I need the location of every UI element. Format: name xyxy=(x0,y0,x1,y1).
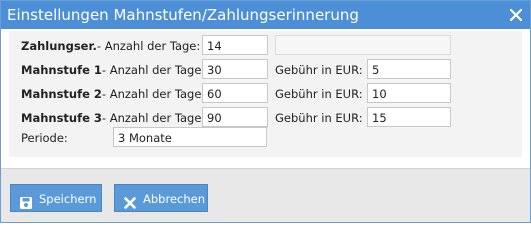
cancel-button[interactable]: Abbrechen xyxy=(114,184,208,212)
mahnstufe-2-fee-input[interactable]: 10 xyxy=(367,83,451,103)
row-mahnstufe-3-label: Mahnstufe 3- Anzahl der Tage: xyxy=(21,107,205,129)
mahnstufe-1-days-input[interactable]: 30 xyxy=(202,59,268,79)
zahlungserinnerung-fee-input xyxy=(275,35,451,55)
mahnstufe-2-fee-label: Gebühr in EUR: xyxy=(275,87,363,101)
save-button-label: Speichern xyxy=(39,192,97,206)
row-title: Zahlungser. xyxy=(21,39,97,53)
row-title: Mahnstufe 1 xyxy=(21,63,102,77)
mahnstufe-3-fee-input[interactable]: 15 xyxy=(367,107,451,127)
row-label: - Anzahl der Tage: xyxy=(101,87,206,101)
cancel-button-label: Abbrechen xyxy=(143,192,205,206)
mahnstufe-2-days-input[interactable]: 60 xyxy=(202,83,268,103)
row-title: Mahnstufe 3 xyxy=(21,111,102,125)
dialog-footer: Speichern Abbrechen xyxy=(1,168,530,222)
mahnstufe-1-fee-label: Gebühr in EUR: xyxy=(275,63,363,77)
row-mahnstufe-2-label: Mahnstufe 2- Anzahl der Tage: xyxy=(21,83,205,105)
row-mahnstufe-1-label: Mahnstufe 1- Anzahl der Tage: xyxy=(21,59,205,81)
mahnstufe-3-days-input[interactable]: 90 xyxy=(202,107,268,127)
settings-dialog: Einstellungen Mahnstufen/Zahlungserinner… xyxy=(0,0,531,223)
floppy-disk-icon xyxy=(19,192,33,209)
period-label: Periode: xyxy=(21,131,68,145)
zahlungserinnerung-days-input[interactable]: 14 xyxy=(202,35,268,55)
save-button[interactable]: Speichern xyxy=(10,184,102,212)
dialog-title: Einstellungen Mahnstufen/Zahlungserinner… xyxy=(7,6,359,24)
row-label: - Anzahl der Tage: xyxy=(101,111,206,125)
mahnstufe-3-fee-label: Gebühr in EUR: xyxy=(275,111,363,125)
x-icon xyxy=(123,192,137,209)
period-select[interactable]: 3 Monate xyxy=(113,127,267,147)
title-bar: Einstellungen Mahnstufen/Zahlungserinner… xyxy=(1,1,530,29)
row-zahlungserinnerung-label: Zahlungser.- Anzahl der Tage: xyxy=(21,35,200,57)
row-title: Mahnstufe 2 xyxy=(21,87,102,101)
settings-form: Zahlungser.- Anzahl der Tage: 14 Mahnstu… xyxy=(9,31,522,157)
row-label: - Anzahl der Tage: xyxy=(96,39,201,53)
close-icon[interactable] xyxy=(508,7,524,23)
row-label: - Anzahl der Tage: xyxy=(101,63,206,77)
mahnstufe-1-fee-input[interactable]: 5 xyxy=(367,59,451,79)
